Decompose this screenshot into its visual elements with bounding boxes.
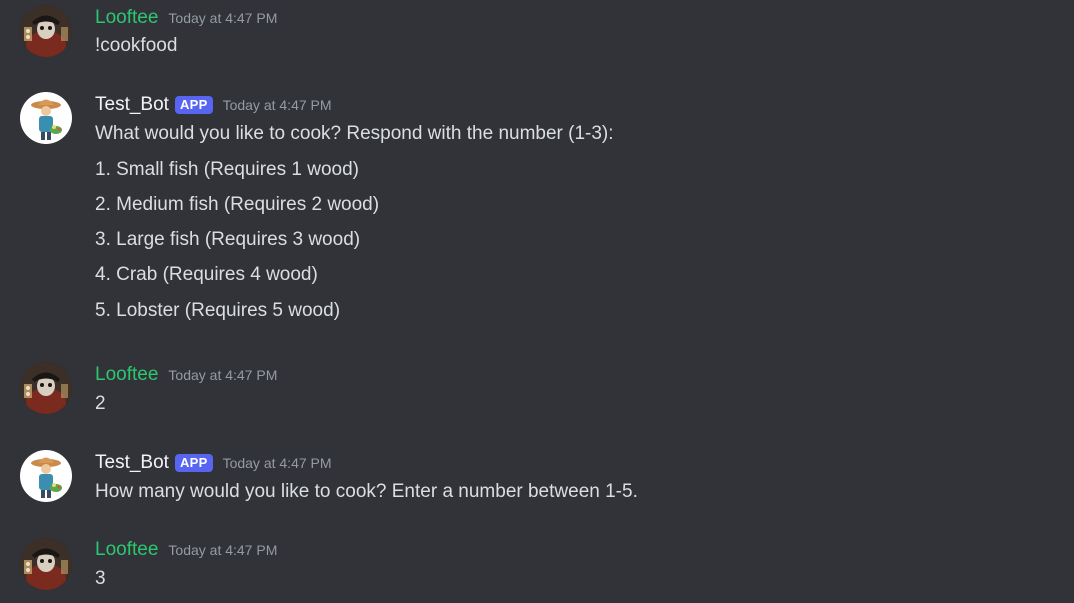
fisherman-avatar-icon[interactable] — [20, 92, 72, 144]
message-text: What would you like to cook? Respond wit… — [95, 123, 614, 144]
message-header: Looftee Today at 4:47 PM — [95, 6, 277, 30]
message-header: Looftee Today at 4:47 PM — [95, 538, 277, 562]
app-badge: APP — [174, 96, 213, 114]
chat-message-list: Looftee Today at 4:47 PM !cookfood Test_… — [0, 0, 1074, 603]
message-timestamp: Today at 4:47 PM — [168, 367, 278, 383]
message-timestamp: Today at 4:47 PM — [168, 542, 278, 558]
message-text: How many would you like to cook? Enter a… — [95, 481, 638, 502]
message-text: 2 — [95, 393, 106, 414]
pirate-avatar-icon[interactable] — [20, 538, 72, 590]
message-text: 4. Crab (Requires 4 wood) — [95, 264, 318, 285]
message-text: 1. Small fish (Requires 1 wood) — [95, 159, 359, 180]
username[interactable]: Looftee — [95, 539, 158, 561]
message-text: !cookfood — [95, 35, 178, 56]
message-timestamp: Today at 4:47 PM — [222, 97, 332, 113]
message-timestamp: Today at 4:47 PM — [222, 455, 332, 471]
username[interactable]: Test_Bot — [95, 452, 169, 474]
message-text: 2. Medium fish (Requires 2 wood) — [95, 194, 380, 215]
username[interactable]: Looftee — [95, 7, 158, 29]
app-badge: APP — [174, 454, 213, 472]
fisherman-avatar-icon[interactable] — [20, 450, 72, 502]
username[interactable]: Looftee — [95, 364, 158, 386]
message-timestamp: Today at 4:47 PM — [168, 10, 278, 26]
username[interactable]: Test_Bot — [95, 94, 169, 116]
pirate-avatar-icon[interactable] — [20, 362, 72, 414]
message-header: Test_Bot APP Today at 4:47 PM — [95, 93, 332, 117]
message-text: 3. Large fish (Requires 3 wood) — [95, 229, 361, 250]
message-header: Looftee Today at 4:47 PM — [95, 363, 277, 387]
pirate-avatar-icon[interactable] — [20, 5, 72, 57]
message-text: 5. Lobster (Requires 5 wood) — [95, 300, 341, 321]
message-text: 3 — [95, 568, 106, 589]
message-header: Test_Bot APP Today at 4:47 PM — [95, 451, 332, 475]
